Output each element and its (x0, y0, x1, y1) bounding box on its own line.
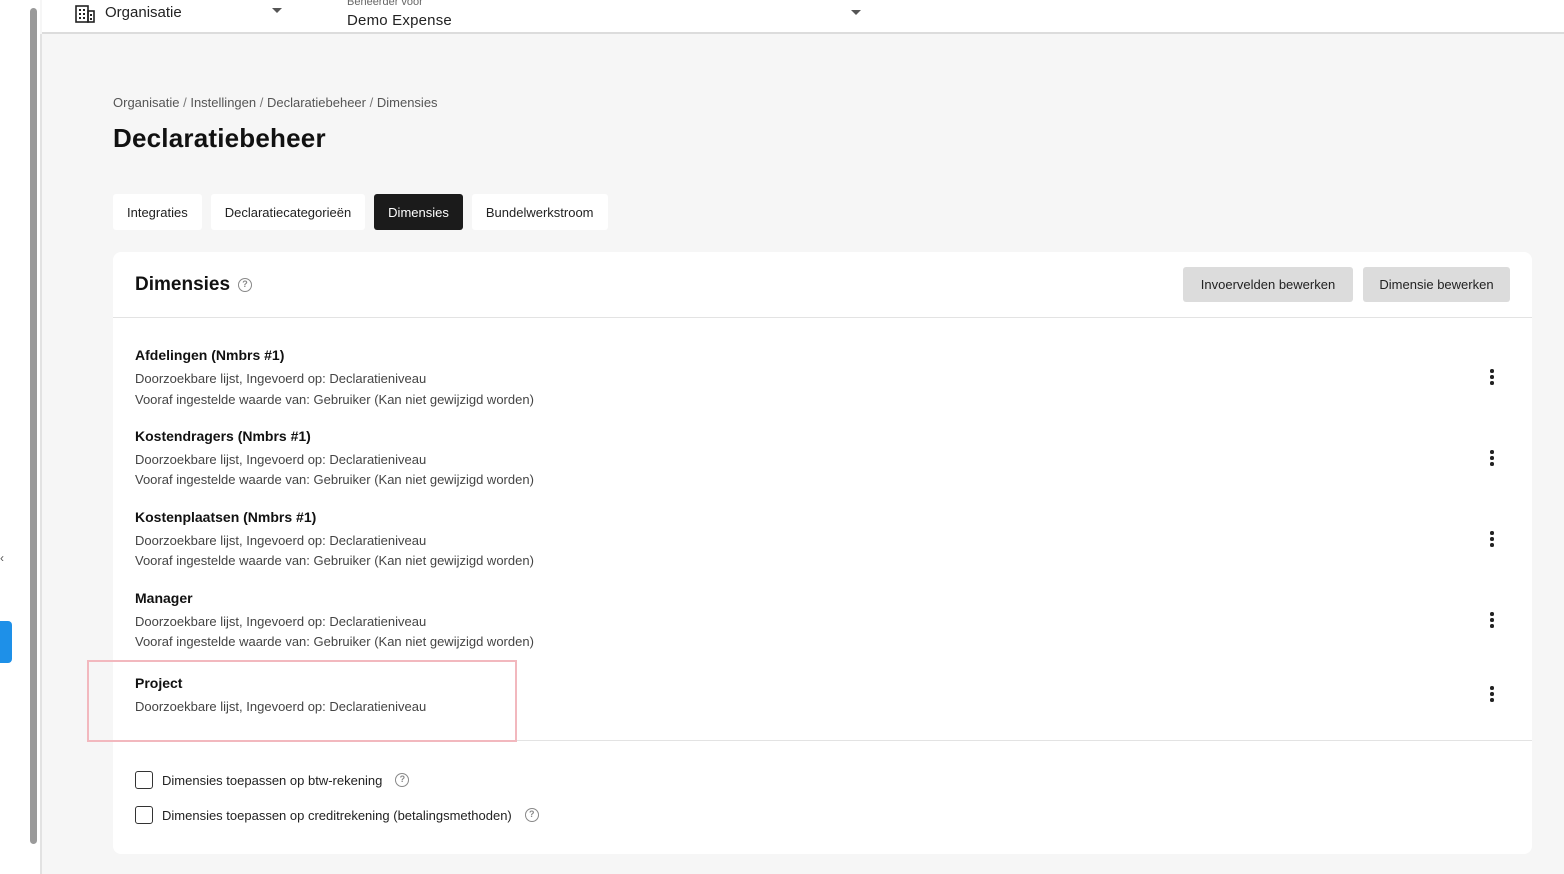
side-panel-tab[interactable] (0, 621, 12, 663)
dimension-name: Afdelingen (Nmbrs #1) (135, 347, 285, 363)
breadcrumb-item-dimensies: Dimensies (376, 95, 438, 110)
breadcrumb-item-organisatie[interactable]: Organisatie (113, 95, 179, 110)
credit-account-checkbox[interactable] (135, 806, 153, 824)
help-icon[interactable]: ? (395, 773, 410, 787)
help-icon[interactable]: ? (524, 808, 539, 822)
building-icon (75, 5, 95, 23)
dimension-type: Doorzoekbare lijst, Ingevoerd op: Declar… (135, 614, 427, 629)
chevron-left-icon[interactable]: ‹ (0, 551, 10, 565)
dimension-default: Vooraf ingestelde waarde van: Gebruiker … (135, 634, 534, 649)
dimension-type: Doorzoekbare lijst, Ingevoerd op: Declar… (135, 371, 427, 386)
breadcrumb-separator: / (369, 95, 377, 110)
more-options-icon[interactable] (1486, 368, 1498, 386)
page-title: Declaratiebeheer (113, 123, 326, 153)
dimension-default: Vooraf ingestelde waarde van: Gebruiker … (135, 553, 534, 568)
tab-dimensies[interactable]: Dimensies (374, 194, 463, 230)
scrollbar-thumb[interactable] (30, 8, 37, 844)
edit-dimension-button[interactable]: Dimensie bewerken (1363, 267, 1510, 302)
dimension-name: Manager (135, 590, 193, 606)
chevron-down-icon[interactable] (272, 8, 282, 13)
vat-account-checkbox[interactable] (135, 771, 153, 789)
edit-fields-button[interactable]: Invoervelden bewerken (1183, 267, 1353, 302)
admin-selector[interactable]: Demo Expense (347, 12, 452, 29)
checkbox-row: Dimensies toepassen op creditrekening (b… (135, 804, 539, 826)
chevron-down-icon[interactable] (851, 10, 861, 15)
breadcrumb: Organisatie / Instellingen / Declaratieb… (113, 95, 438, 110)
breadcrumb-item-instellingen[interactable]: Instellingen (190, 95, 256, 110)
left-strip (0, 0, 26, 874)
checkbox-row: Dimensies toepassen op btw-rekening ? (135, 769, 410, 791)
dimension-default: Vooraf ingestelde waarde van: Gebruiker … (135, 472, 534, 487)
breadcrumb-item-declaratiebeheer[interactable]: Declaratiebeheer (267, 95, 366, 110)
dimension-type: Doorzoekbare lijst, Ingevoerd op: Declar… (135, 533, 427, 548)
more-options-icon[interactable] (1486, 530, 1498, 548)
more-options-icon[interactable] (1486, 611, 1498, 629)
checkbox-label[interactable]: Dimensies toepassen op btw-rekening (162, 773, 382, 788)
organisation-selector[interactable]: Organisatie (105, 4, 182, 21)
tab-declaratiecategorieen[interactable]: Declaratiecategorieën (210, 194, 366, 230)
dimension-type: Doorzoekbare lijst, Ingevoerd op: Declar… (135, 452, 427, 467)
checkbox-label[interactable]: Dimensies toepassen op creditrekening (b… (162, 808, 512, 823)
dimensions-card: Dimensies ? Invoervelden bewerken Dimens… (113, 252, 1532, 854)
divider (40, 34, 42, 874)
breadcrumb-separator: / (259, 95, 267, 110)
tab-bar: Integraties Declaratiecategorieën Dimens… (113, 194, 608, 230)
tab-bundelwerkstroom[interactable]: Bundelwerkstroom (471, 194, 608, 230)
highlight-box (87, 660, 517, 742)
dimension-name: Kostendragers (Nmbrs #1) (135, 428, 311, 444)
top-bar: Organisatie Beheerder voor Demo Expense (42, 0, 1564, 34)
admin-caption: Beheerder voor (347, 0, 423, 8)
help-icon[interactable]: ? (238, 278, 252, 292)
more-options-icon[interactable] (1486, 685, 1498, 703)
tab-integraties[interactable]: Integraties (113, 194, 202, 230)
more-options-icon[interactable] (1486, 449, 1498, 467)
card-title: Dimensies (135, 274, 231, 295)
card-header: Dimensies ? Invoervelden bewerken Dimens… (113, 252, 1532, 318)
dimension-name: Kostenplaatsen (Nmbrs #1) (135, 509, 317, 525)
dimension-default: Vooraf ingestelde waarde van: Gebruiker … (135, 392, 534, 407)
